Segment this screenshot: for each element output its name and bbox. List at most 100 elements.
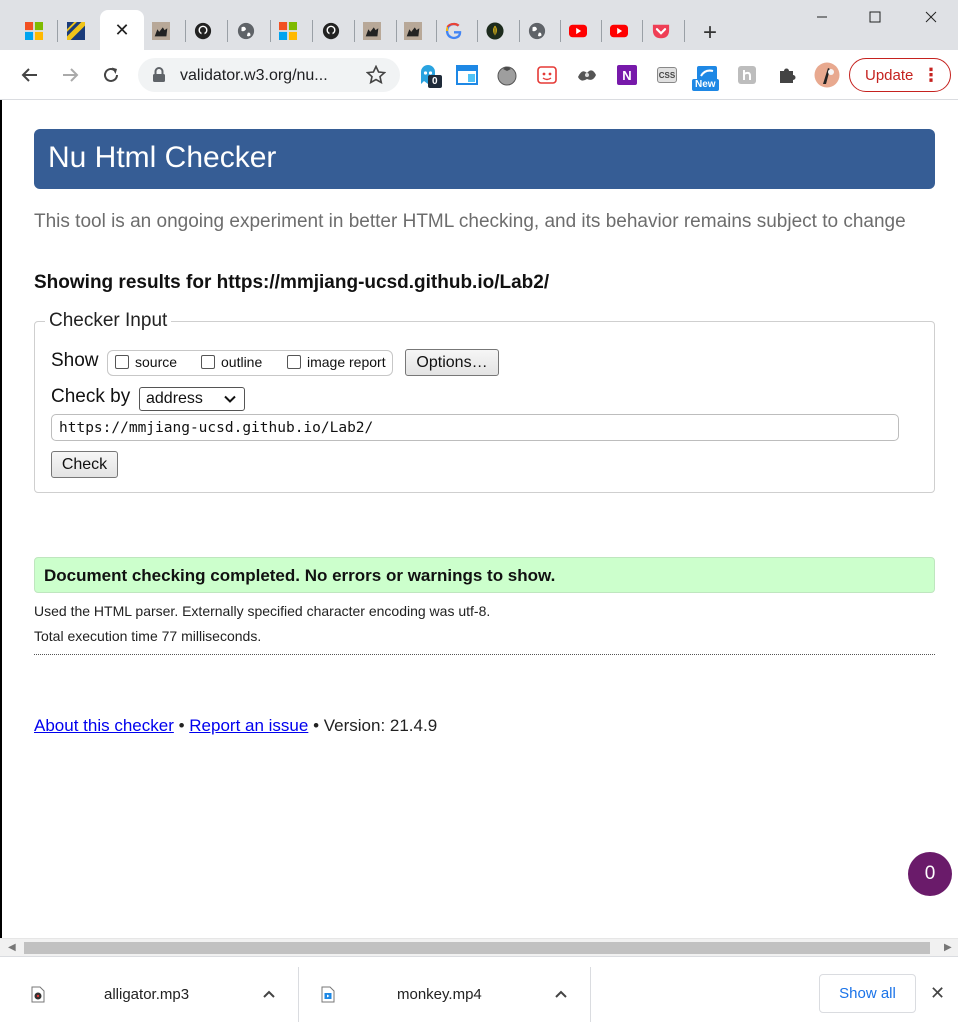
version-text: Version: 21.4.9 [323, 716, 438, 735]
script-extension[interactable] [735, 63, 759, 87]
outline-label: outline [221, 354, 263, 370]
ghost-extension[interactable]: 0 [416, 63, 442, 88]
document-url-input[interactable]: https://mmjiang-ucsd.github.io/Lab2/ [51, 414, 899, 441]
report-issue-link[interactable]: Report an issue [189, 716, 308, 735]
download-item[interactable]: alligator.mp3 [0, 957, 298, 1031]
plus-icon: + [702, 19, 717, 46]
check-by-label: Check by [51, 386, 131, 407]
tab-pocket[interactable] [641, 12, 681, 50]
url-text[interactable]: validator.w3.org/nu... [180, 67, 328, 85]
tab-globe-2[interactable] [517, 12, 557, 50]
address-bar[interactable]: validator.w3.org/nu... [138, 58, 400, 92]
window-extension[interactable] [455, 63, 479, 87]
download-filename: monkey.mp4 [397, 986, 482, 1003]
github-icon [194, 22, 212, 40]
star-icon[interactable] [366, 65, 386, 85]
tab-microsoft-2[interactable] [268, 12, 308, 50]
tab-active[interactable]: ✕ [100, 10, 144, 50]
tab-cat-1[interactable] [141, 12, 181, 50]
new-extension[interactable]: New [692, 58, 721, 92]
lock-icon[interactable] [152, 67, 166, 83]
horizontal-scrollbar[interactable]: ◀ ▶ [0, 938, 958, 956]
tab-google[interactable] [434, 12, 474, 50]
audio-file-icon [31, 986, 45, 1003]
chevron-up-icon[interactable] [262, 989, 276, 999]
github-icon [322, 22, 340, 40]
google-icon [445, 22, 462, 40]
maximize-icon [869, 11, 881, 23]
image-report-checkbox[interactable] [287, 355, 301, 369]
face-extension[interactable] [535, 63, 559, 87]
tab-microsoft[interactable] [14, 12, 54, 50]
source-label: source [135, 354, 178, 370]
execution-time: Total execution time 77 milliseconds. [34, 628, 262, 644]
youtube-icon [610, 24, 628, 38]
tab-cat-2[interactable] [352, 12, 392, 50]
tomato-extension[interactable] [495, 63, 519, 87]
show-options-group: source outline image report [107, 350, 393, 376]
download-shelf: alligator.mp3 monkey.mp4 Show all ✕ [0, 956, 958, 1031]
check-by-select[interactable]: address [139, 387, 245, 411]
options-button[interactable]: Options… [405, 349, 499, 376]
source-option[interactable]: source [115, 354, 177, 370]
tab-leaf[interactable] [475, 12, 515, 50]
arrow-left-icon [21, 68, 37, 82]
page-footer: About this checker • Report an issue • V… [34, 716, 437, 736]
profile-button[interactable] [813, 61, 841, 89]
window-icon [456, 65, 478, 85]
tab-globe-1[interactable] [226, 12, 266, 50]
bird-extension[interactable] [575, 63, 599, 87]
outline-option[interactable]: outline [201, 354, 262, 370]
microsoft-icon [25, 22, 43, 40]
show-all-button[interactable]: Show all [819, 974, 916, 1013]
download-item[interactable]: monkey.mp4 [299, 957, 590, 1031]
css-extension[interactable]: CSS [655, 63, 679, 87]
reload-button[interactable] [97, 61, 125, 89]
page-header: Nu Html Checker [34, 129, 935, 189]
tab-stripes[interactable] [56, 12, 96, 50]
show-label: Show [51, 350, 99, 371]
scroll-right-icon[interactable]: ▶ [944, 942, 952, 953]
about-link[interactable]: About this checker [34, 716, 174, 735]
scrollbar-thumb[interactable] [24, 942, 930, 954]
extensions-button[interactable] [775, 63, 799, 87]
pocket-icon [652, 24, 670, 39]
cat-icon [152, 22, 170, 40]
image-report-label: image report [307, 354, 386, 370]
check-by-value: address [146, 390, 203, 407]
check-button[interactable]: Check [51, 451, 118, 478]
new-badge: New [692, 79, 719, 91]
tab-youtube-2[interactable] [599, 12, 639, 50]
tab-cat-3[interactable] [393, 12, 433, 50]
notification-bubble[interactable]: 0 [908, 852, 952, 896]
chevron-down-icon [224, 395, 236, 403]
tab-youtube-1[interactable] [558, 12, 598, 50]
outline-checkbox[interactable] [201, 355, 215, 369]
footer-separator: • [173, 716, 190, 735]
parser-info: Used the HTML parser. Externally specifi… [34, 603, 491, 619]
forward-button[interactable] [56, 61, 84, 89]
minimize-button[interactable] [799, 2, 845, 32]
new-tab-button[interactable]: + [696, 19, 724, 47]
source-checkbox[interactable] [115, 355, 129, 369]
success-text: Document checking completed. No errors o… [44, 566, 556, 585]
close-icon[interactable]: ✕ [114, 20, 129, 41]
close-icon[interactable]: ✕ [930, 983, 945, 1004]
chevron-up-icon[interactable] [554, 989, 568, 999]
update-button[interactable]: Update ⋮ [849, 58, 951, 92]
window-close-button[interactable] [908, 2, 954, 32]
scroll-left-icon[interactable]: ◀ [8, 942, 16, 953]
menu-dots-icon[interactable]: ⋮ [922, 66, 940, 84]
fieldset-legend: Checker Input [45, 310, 172, 332]
browser-toolbar: validator.w3.org/nu... 0 N CSS New Updat… [0, 50, 958, 100]
image-report-option[interactable]: image report [287, 354, 386, 370]
onenote-extension[interactable]: N [615, 63, 639, 87]
profile-avatar [814, 62, 840, 88]
globe-icon [237, 22, 255, 40]
stripes-icon [67, 22, 85, 40]
back-button[interactable] [16, 61, 44, 89]
tab-github-2[interactable] [311, 12, 351, 50]
tab-github-1[interactable] [183, 12, 223, 50]
minimize-icon [817, 16, 827, 18]
maximize-button[interactable] [852, 2, 898, 32]
